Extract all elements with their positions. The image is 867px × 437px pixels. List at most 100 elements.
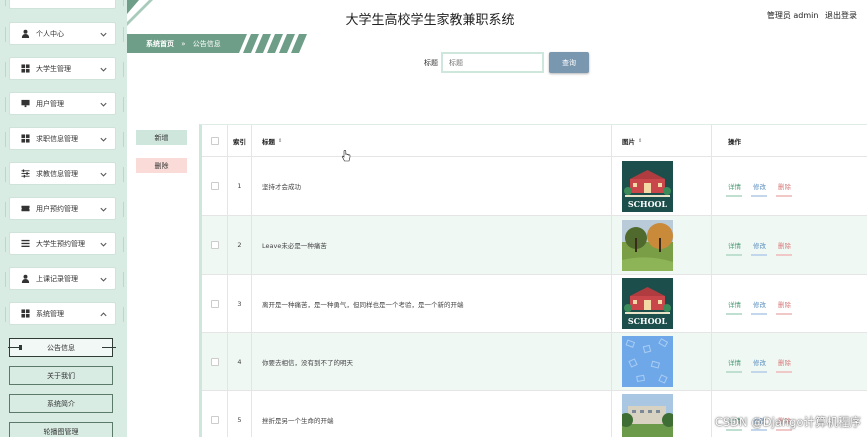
search-label: 标题: [424, 59, 438, 67]
campus-photo-image[interactable]: [622, 394, 673, 437]
detail-button[interactable]: 详情: [726, 240, 742, 256]
sidebar-item-label: 系统管理: [36, 309, 64, 318]
row-checkbox-cell: [202, 275, 228, 332]
sort-icon: ⇕: [638, 137, 643, 144]
park-photo-image[interactable]: [622, 219, 673, 271]
edit-button[interactable]: 修改: [751, 181, 767, 197]
sidebar-subitem-about-us[interactable]: 关于我们: [9, 366, 113, 385]
row-title: Leave未必是一种痛苦: [252, 216, 612, 274]
row-operations: 详情 修改 删除: [712, 216, 867, 274]
school-badge-text: SCHOOL: [628, 316, 668, 326]
chevron-up-icon: [100, 312, 107, 317]
delete-button[interactable]: 删除: [776, 240, 792, 256]
list-icon: [21, 239, 30, 248]
row-index: 1: [228, 157, 252, 215]
row-operations: 详情 修改 删除: [712, 157, 867, 215]
sidebar-item-personal-center[interactable]: 个人中心: [5, 22, 124, 45]
header-image-label: 图片: [622, 137, 635, 146]
row-title: 离开是一种痛苦，是一种勇气，但同样也是一个考验，是一个新的开端: [252, 275, 612, 332]
edit-button[interactable]: 修改: [751, 240, 767, 256]
header-title[interactable]: 标题 ⇕: [252, 125, 612, 156]
school-badge-image[interactable]: SCHOOL: [622, 160, 673, 212]
table-header-row: 索引 标题 ⇕ 图片 ⇕ 操作: [202, 125, 867, 157]
sliders-icon: [21, 169, 30, 178]
sidebar-item-student-management[interactable]: 大学生管理: [5, 57, 124, 80]
sidebar-item-user-booking-management[interactable]: 用户预约管理: [5, 197, 124, 220]
app-title: 大学生高校学生家教兼职系统: [345, 13, 515, 28]
row-checkbox-cell: [202, 157, 228, 215]
row-checkbox-cell: [202, 391, 228, 437]
chevron-down-icon: [100, 207, 107, 212]
row-checkbox-cell: [202, 333, 228, 390]
title-search-input[interactable]: [441, 52, 544, 73]
detail-button[interactable]: 详情: [726, 181, 742, 197]
user-area: 管理员 admin 退出登录: [763, 10, 857, 21]
breadcrumb-current: 公告信息: [192, 40, 221, 48]
edit-button[interactable]: 修改: [751, 357, 767, 373]
delete-button[interactable]: 删除: [776, 181, 792, 197]
row-checkbox[interactable]: [210, 357, 219, 366]
chevron-down-icon: [100, 277, 107, 282]
app-root: 个人中心 大学生管理 用户管理 求职信息管理 求教信息管理 用户预约管理 大学生…: [0, 0, 867, 437]
sidebar-subitem-carousel-management[interactable]: 轮播图管理: [9, 422, 113, 437]
logout-link[interactable]: 退出登录: [825, 11, 857, 20]
row-title: 坚持才会成功: [252, 157, 612, 215]
edit-button[interactable]: 修改: [751, 299, 767, 315]
sidebar-item-hidden[interactable]: [5, 0, 124, 9]
row-index: 5: [228, 391, 252, 437]
chevron-down-icon: [100, 67, 107, 72]
row-operations: 详情 修改 删除: [712, 275, 867, 332]
breadcrumb-home-link[interactable]: 系统首页: [146, 40, 174, 48]
header-corner-decoration: [127, 0, 153, 26]
ticket-icon: [21, 204, 30, 213]
delete-button[interactable]: 删除: [776, 299, 792, 315]
detail-button[interactable]: 详情: [726, 299, 742, 315]
sidebar-item-job-info-management[interactable]: 求职信息管理: [5, 127, 124, 150]
mouse-cursor-icon: [342, 150, 351, 162]
sidebar-item-user-management[interactable]: 用户管理: [5, 92, 124, 115]
sidebar-subitem-label: 公告信息: [47, 343, 75, 352]
header-checkbox-cell: [202, 125, 228, 156]
row-index: 2: [228, 216, 252, 274]
blue-pattern-image[interactable]: [622, 336, 673, 387]
chevron-down-icon: [100, 102, 107, 107]
detail-button[interactable]: 详情: [726, 357, 742, 373]
school-badge-text: SCHOOL: [628, 199, 668, 209]
batch-delete-button[interactable]: 删除: [136, 158, 187, 173]
table-row: 4 你要去相信，没有到不了的明天 详情 修改 删除: [202, 333, 867, 391]
select-all-checkbox[interactable]: [210, 136, 219, 145]
sidebar-item-label: 个人中心: [36, 29, 64, 38]
sidebar-item-class-record-management[interactable]: 上课记录管理: [5, 267, 124, 290]
sidebar-subitem-system-intro[interactable]: 系统简介: [9, 394, 113, 413]
admin-user-label: 管理员 admin: [766, 11, 819, 20]
row-index: 3: [228, 275, 252, 332]
sidebar-item-system-management[interactable]: 系统管理: [5, 302, 124, 325]
sidebar-item-tutor-request-management[interactable]: 求教信息管理: [5, 162, 124, 185]
row-title: 你要去相信，没有到不了的明天: [252, 333, 612, 390]
sidebar-item-student-booking-management[interactable]: 大学生预约管理: [5, 232, 124, 255]
header-image[interactable]: 图片 ⇕: [612, 125, 712, 156]
row-title: 挫折是另一个生命的开端: [252, 391, 612, 437]
header-index: 索引: [228, 125, 252, 156]
row-checkbox[interactable]: [210, 182, 219, 190]
row-image-cell: [612, 216, 712, 274]
sidebar-item-label: 大学生管理: [36, 64, 71, 73]
add-button[interactable]: 新增: [136, 130, 187, 145]
row-checkbox[interactable]: [210, 299, 219, 308]
row-image-cell: SCHOOL: [612, 157, 712, 215]
table-row: 1 坚持才会成功 SCHOOL 详情 修改 删除: [202, 157, 867, 216]
delete-button[interactable]: 删除: [776, 357, 792, 373]
row-checkbox[interactable]: [210, 241, 219, 249]
sidebar-subitem-announcements[interactable]: 公告信息: [8, 338, 116, 357]
monitor-icon: [21, 99, 30, 108]
search-button[interactable]: 查询: [549, 52, 589, 73]
row-operations: 详情 修改 删除: [712, 333, 867, 390]
row-checkbox[interactable]: [210, 415, 219, 424]
header-operations: 操作: [728, 137, 741, 146]
breadcrumb-text: 系统首页 » 公告信息: [146, 39, 221, 49]
grid-icon: [21, 64, 30, 73]
row-image-cell: [612, 333, 712, 390]
grid-icon: [21, 134, 30, 143]
school-badge-image[interactable]: SCHOOL: [622, 278, 673, 329]
user-icon: [21, 274, 30, 283]
